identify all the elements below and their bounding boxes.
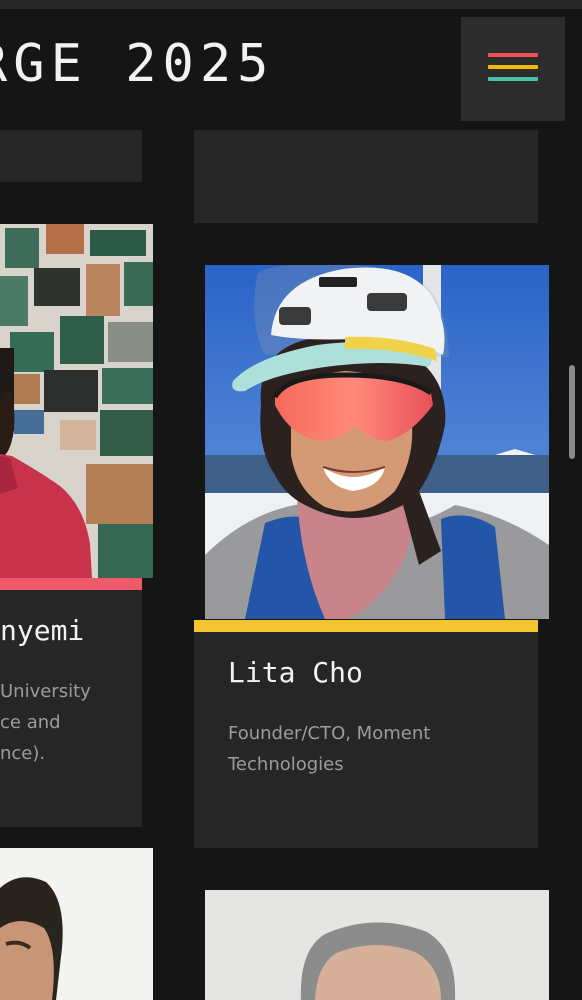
menu-bar-yellow: [488, 65, 538, 69]
site-title: RGE 2025: [0, 34, 275, 94]
speaker-role-line: ce and: [0, 712, 61, 733]
speaker-role-line: Technologies: [228, 754, 344, 775]
speakers-page: RGE 2025 nyemi University ce and nce). L…: [0, 0, 582, 1000]
speaker-info: Lita Cho Founder/CTO, Moment Technologie…: [194, 632, 538, 848]
menu-bar-teal: [488, 77, 538, 81]
speaker-photo: [205, 265, 549, 619]
portrait-circuit-boards: [0, 224, 153, 578]
portrait-climber-helmet: [205, 265, 549, 619]
speaker-name: Lita Cho: [228, 656, 363, 689]
speaker-card-bottom-right[interactable]: [194, 130, 538, 223]
speaker-card-bottom-left[interactable]: [0, 130, 142, 182]
speaker-photo-next-left[interactable]: [0, 848, 153, 1000]
portrait-gray-hair: [205, 890, 549, 1000]
scrollbar[interactable]: [569, 365, 575, 459]
speaker-role-line: University: [0, 681, 91, 702]
speaker-role-line: Founder/CTO, Moment: [228, 723, 431, 744]
menu-button[interactable]: [461, 17, 565, 121]
speaker-info: nyemi University ce and nce).: [0, 590, 142, 827]
accent-stripe: [0, 578, 142, 590]
portrait-dark-hair: [0, 848, 153, 1000]
top-strip: [0, 0, 582, 9]
speaker-role-line: nce).: [0, 743, 46, 764]
speaker-photo-next-right[interactable]: [205, 890, 549, 1000]
accent-stripe: [194, 620, 538, 632]
menu-bar-red: [488, 53, 538, 57]
speaker-name: nyemi: [0, 614, 85, 647]
speaker-photo: [0, 224, 153, 578]
